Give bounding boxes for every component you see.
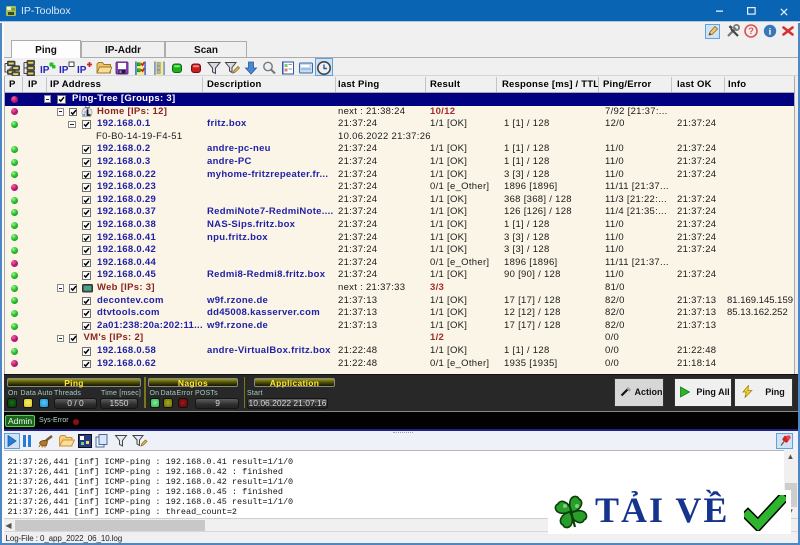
svg-text:i: i	[769, 28, 772, 38]
svg-text:IP: IP	[40, 65, 50, 76]
svg-text:IP: IP	[77, 65, 87, 76]
svg-text:?: ?	[748, 26, 754, 37]
svg-text:IP: IP	[59, 65, 69, 76]
